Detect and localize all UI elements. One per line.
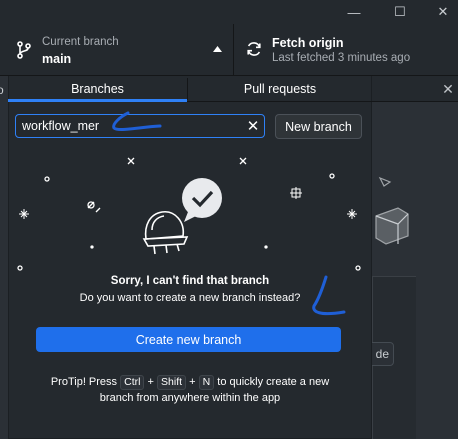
annotation-strokes [112, 111, 346, 316]
annotation-check [312, 275, 346, 316]
annotation-arrow [112, 111, 162, 132]
